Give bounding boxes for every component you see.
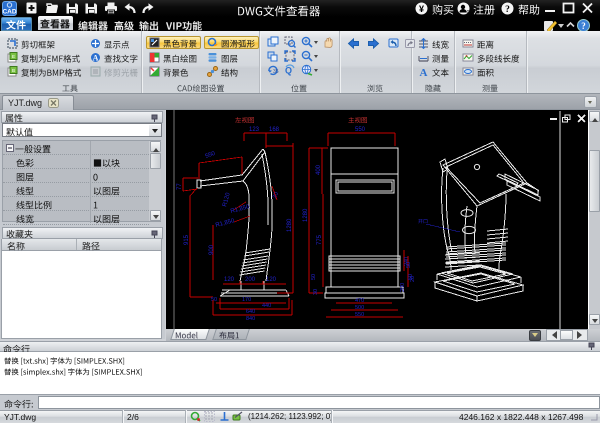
svg-text:900: 900 [209, 244, 215, 255]
svg-text:1280: 1280 [287, 218, 293, 232]
svg-text:500: 500 [355, 305, 364, 311]
svg-text:550: 550 [355, 312, 364, 318]
svg-text:30: 30 [313, 289, 319, 295]
svg-text:50: 50 [211, 297, 217, 303]
svg-text:550: 550 [355, 127, 366, 133]
svg-text:?: ? [581, 21, 586, 31]
svg-text:840: 840 [246, 316, 255, 322]
svg-text:120: 120 [224, 277, 235, 283]
svg-text:440: 440 [262, 303, 271, 309]
svg-text:550: 550 [205, 151, 217, 160]
svg-text:B: B [12, 68, 15, 73]
svg-text:CAD: CAD [2, 9, 16, 16]
svg-text:?: ? [505, 5, 510, 15]
svg-text:915: 915 [184, 234, 190, 245]
svg-text:77: 77 [177, 183, 183, 190]
svg-text:A: A [420, 67, 428, 77]
svg-text:R1,850: R1,850 [230, 204, 251, 215]
svg-text:1280: 1280 [303, 208, 309, 222]
svg-text:470: 470 [355, 298, 364, 304]
svg-text:R120: R120 [222, 191, 232, 207]
svg-text:50: 50 [406, 262, 412, 268]
svg-text:640: 640 [246, 309, 255, 315]
svg-text:E: E [12, 54, 15, 59]
svg-text:35: 35 [273, 69, 279, 75]
svg-text:R1,850: R1,850 [215, 218, 236, 229]
svg-text:A: A [93, 54, 99, 63]
svg-text:200: 200 [245, 277, 256, 283]
svg-text:¥: ¥ [419, 4, 424, 14]
svg-text:170: 170 [242, 297, 251, 303]
svg-text:50: 50 [311, 274, 317, 280]
svg-text:400: 400 [316, 164, 322, 175]
svg-text:168: 168 [269, 127, 280, 133]
svg-text:200: 200 [400, 283, 406, 292]
svg-text:775: 775 [317, 234, 323, 245]
svg-text:120: 120 [266, 277, 277, 283]
svg-text:123: 123 [249, 127, 260, 133]
svg-text:20: 20 [410, 276, 416, 282]
svg-text:o: o [467, 9, 470, 15]
